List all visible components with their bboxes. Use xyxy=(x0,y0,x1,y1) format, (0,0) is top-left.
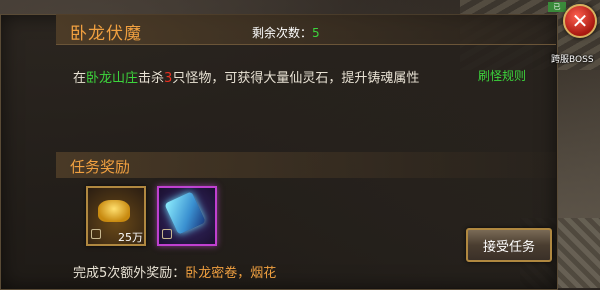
lock-icon xyxy=(162,229,172,239)
remaining-label: 剩余次数： xyxy=(252,26,313,40)
desc-suffix: 只怪物，可获得大量仙灵石，提升铸魂属性 xyxy=(172,71,420,86)
refresh-rules-link[interactable]: 刷怪规则 xyxy=(478,67,526,84)
remaining-count: 剩余次数：5 xyxy=(252,24,320,41)
reward-section-bar xyxy=(56,152,556,178)
cross-server-boss-label[interactable]: 跨服BOSS xyxy=(551,52,594,65)
desc-mid: 击杀 xyxy=(138,71,165,86)
extra-reward-items: 卧龙密卷，烟花 xyxy=(185,266,277,281)
quest-location: 卧龙山庄 xyxy=(86,71,139,86)
lock-icon xyxy=(91,229,101,239)
reward-title: 任务奖励 xyxy=(70,158,131,176)
gold-ingot-icon xyxy=(98,200,130,222)
reward-quantity: 25万 xyxy=(118,231,143,244)
quest-description: 在卧龙山庄击杀3只怪物，可获得大量仙灵石，提升铸魂属性 xyxy=(73,67,419,86)
quest-title: 卧龙伏魔 xyxy=(70,24,142,44)
remaining-number: 5 xyxy=(312,26,320,40)
extra-reward: 完成5次额外奖励：卧龙密卷，烟花 xyxy=(73,262,276,281)
extra-reward-label: 完成5次额外奖励： xyxy=(73,266,186,281)
desc-prefix: 在 xyxy=(73,71,87,86)
close-icon[interactable]: ✕ xyxy=(563,4,597,38)
accept-quest-button[interactable]: 接受任务 xyxy=(466,228,552,262)
map-tag: 已 xyxy=(548,2,566,12)
